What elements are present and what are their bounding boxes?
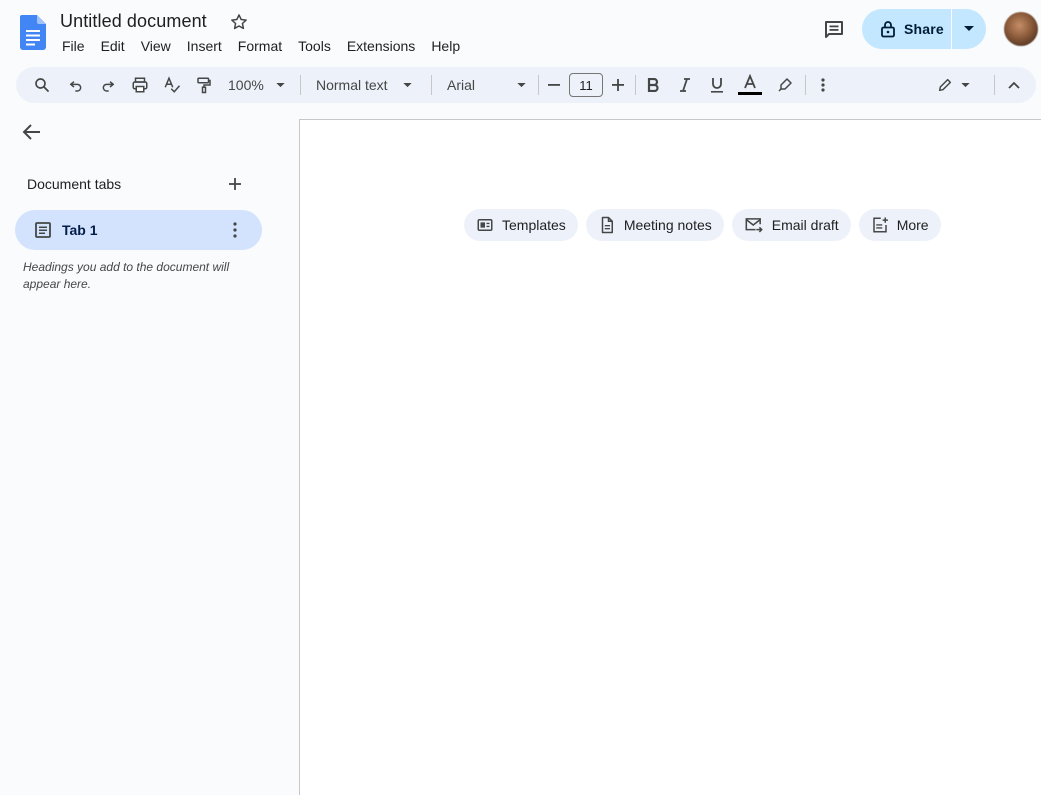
text-color-icon (738, 74, 762, 95)
document-icon (601, 216, 613, 234)
menu-format[interactable]: Format (230, 36, 290, 56)
plus-icon (229, 178, 241, 190)
menu-help[interactable]: Help (423, 36, 468, 56)
document-page[interactable]: Templates Meeting notes Email draft More (299, 119, 1041, 795)
back-arrow-icon[interactable] (20, 120, 44, 144)
share-button[interactable]: Share (862, 9, 952, 49)
paragraph-style-select[interactable]: Normal text (308, 67, 420, 103)
more-options-button[interactable] (812, 67, 834, 103)
star-icon[interactable] (229, 12, 249, 32)
toolbar-divider (431, 75, 432, 95)
increase-font-size-button[interactable] (607, 67, 629, 103)
hide-menus-button[interactable] (1002, 67, 1026, 103)
menu-file[interactable]: File (54, 36, 93, 56)
document-tabs-heading: Document tabs (27, 176, 122, 192)
caret-down-icon (960, 82, 970, 87)
caret-down-icon (402, 82, 412, 87)
font-select[interactable]: Arial (440, 67, 532, 103)
underline-icon (711, 78, 723, 93)
app-header: Untitled document File Edit View Insert … (0, 0, 1041, 64)
templates-chip[interactable]: Templates (464, 209, 578, 241)
redo-icon (102, 81, 115, 92)
decrease-font-size-button[interactable] (543, 67, 565, 103)
more-vert-icon (821, 78, 825, 92)
underline-button[interactable] (704, 67, 730, 103)
menu-insert[interactable]: Insert (179, 36, 230, 56)
add-tab-button[interactable] (225, 174, 245, 194)
share-button-group: Share (862, 9, 986, 49)
paragraph-style-value: Normal text (316, 77, 388, 93)
email-draft-icon (745, 218, 763, 233)
email-draft-chip[interactable]: Email draft (731, 209, 851, 241)
sidebar-tab-item[interactable]: Tab 1 (15, 210, 262, 250)
bold-button[interactable] (640, 67, 666, 103)
bold-icon (647, 78, 659, 92)
paint-format-button[interactable] (190, 67, 218, 103)
text-color-button[interactable] (736, 67, 764, 103)
paint-format-icon (197, 77, 211, 94)
caret-down-icon (517, 82, 526, 87)
print-icon (132, 77, 148, 93)
toolbar-divider (538, 75, 539, 95)
print-button[interactable] (126, 67, 154, 103)
font-value: Arial (447, 77, 476, 93)
document-title[interactable]: Untitled document (60, 11, 207, 32)
redo-button[interactable] (95, 67, 121, 103)
font-size-input[interactable]: 11 (569, 67, 603, 103)
zoom-value: 100% (228, 77, 264, 93)
italic-icon (680, 78, 690, 92)
menu-extensions[interactable]: Extensions (339, 36, 423, 56)
account-avatar[interactable] (1004, 12, 1038, 46)
caret-down-icon (276, 82, 285, 87)
toolbar-divider (635, 75, 636, 95)
menu-edit[interactable]: Edit (93, 36, 133, 56)
spellcheck-button[interactable] (158, 67, 186, 103)
undo-icon (69, 81, 82, 92)
comment-history-button[interactable] (818, 14, 850, 46)
search-menus-button[interactable] (28, 67, 56, 103)
plus-icon (612, 79, 624, 91)
font-size-value: 11 (569, 73, 603, 97)
search-icon (35, 78, 49, 92)
building-block-chips: Templates Meeting notes Email draft More (464, 209, 949, 241)
menu-view[interactable]: View (133, 36, 179, 56)
zoom-select[interactable]: 100% (222, 67, 292, 103)
menu-bar: File Edit View Insert Format Tools Exten… (54, 36, 468, 56)
templates-icon (477, 219, 493, 231)
tab-label: Tab 1 (62, 222, 98, 238)
toolbar-divider (994, 75, 995, 95)
comment-icon (825, 21, 843, 38)
templates-chip-label: Templates (502, 217, 566, 233)
caret-down-icon (964, 26, 974, 31)
docs-logo-icon[interactable] (20, 15, 46, 50)
more-chip[interactable]: More (858, 209, 941, 241)
italic-button[interactable] (672, 67, 698, 103)
share-label: Share (904, 21, 944, 37)
more-vert-icon (233, 222, 237, 238)
share-dropdown-button[interactable] (952, 9, 986, 49)
pencil-icon (938, 78, 951, 92)
meeting-notes-chip-label: Meeting notes (623, 217, 712, 233)
menu-tools[interactable]: Tools (290, 36, 339, 56)
more-chip-label: More (896, 217, 929, 233)
toolbar-divider (300, 75, 301, 95)
editing-mode-select[interactable] (923, 67, 983, 103)
email-draft-chip-label: Email draft (771, 217, 839, 233)
highlighter-icon (778, 78, 792, 92)
meeting-notes-chip[interactable]: Meeting notes (585, 209, 724, 241)
undo-button[interactable] (63, 67, 89, 103)
minus-icon (548, 84, 560, 86)
note-add-icon (872, 217, 888, 233)
lock-icon (881, 21, 895, 38)
spellcheck-icon (164, 76, 181, 93)
document-icon (34, 221, 52, 239)
toolbar-divider (805, 75, 806, 95)
highlight-color-button[interactable] (772, 67, 798, 103)
chevron-up-icon (1008, 81, 1020, 89)
tab-options-button[interactable] (225, 220, 245, 240)
outline-hint-text: Headings you add to the document will ap… (23, 260, 230, 291)
formatting-toolbar: 100% Normal text Arial 11 (16, 67, 1036, 103)
